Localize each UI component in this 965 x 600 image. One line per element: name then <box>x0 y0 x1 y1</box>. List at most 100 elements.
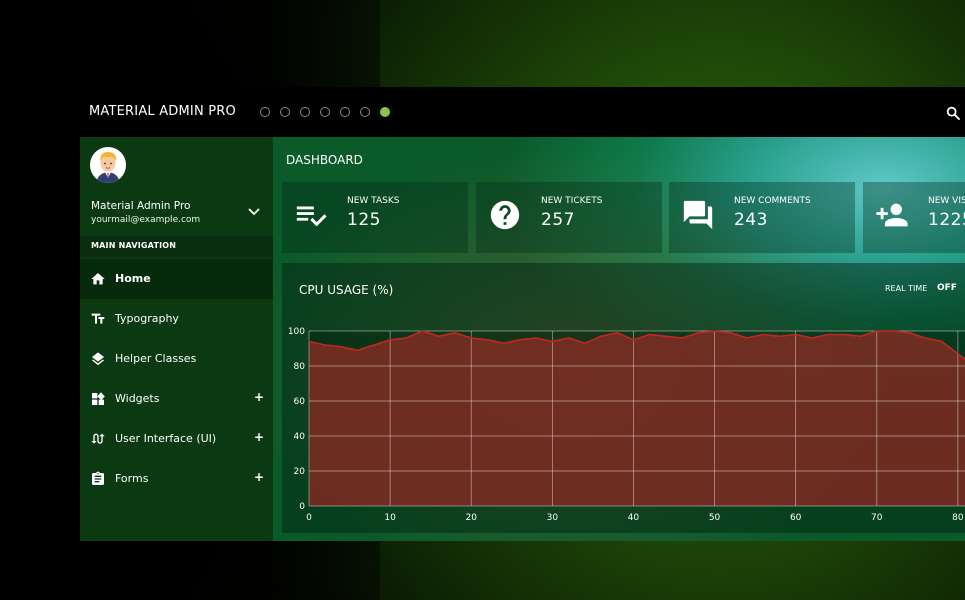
sidebar-item-label: Helper Classes <box>115 352 197 365</box>
stat-card-new-visitors[interactable]: NEW VISITORS 1225 <box>863 182 965 253</box>
layers-icon <box>92 352 104 366</box>
stat-card-title: NEW TASKS <box>347 196 400 206</box>
cpu-data-point <box>551 340 554 343</box>
sidebar: Material Admin Pro yourmail@example.com … <box>80 137 273 541</box>
cpu-data-point <box>665 335 667 338</box>
assignment-icon <box>92 471 104 485</box>
cpu-data-point <box>373 344 375 346</box>
sidebar-item-label: Home <box>115 272 151 285</box>
theme-dot-3[interactable] <box>300 107 310 117</box>
x-tick-label: 50 <box>709 513 721 523</box>
help-icon <box>490 200 520 230</box>
stat-card-new-tickets[interactable]: NEW TICKETS 257 <box>476 182 662 253</box>
cpu-data-point <box>470 337 472 339</box>
cpu-data-point <box>859 335 862 338</box>
x-tick-label: 60 <box>790 513 802 523</box>
stat-card-value: 1225 <box>928 210 965 230</box>
cpu-data-point <box>584 342 586 345</box>
playlist-check-icon <box>296 206 327 227</box>
cpu-usage-panel: CPU USAGE (%) REAL TIME OFF 0 10 20 30 40 50 6… <box>282 263 965 533</box>
theme-dot-2[interactable] <box>280 107 290 117</box>
forum-icon <box>683 200 713 230</box>
cpu-usage-chart: 0102030405060708090020406080100 <box>288 327 965 523</box>
stat-card-value: 257 <box>541 210 575 230</box>
chevron-down-icon[interactable] <box>247 207 261 217</box>
cpu-data-point <box>486 339 489 341</box>
cpu-data-point <box>632 339 635 341</box>
cpu-data-point <box>827 333 829 336</box>
sidebar-item-typography[interactable]: Typography <box>80 299 273 339</box>
theme-dot-7[interactable] <box>380 107 390 117</box>
y-tick-label: 40 <box>294 432 306 442</box>
cpu-data-point <box>892 330 894 332</box>
user-name: Material Admin Pro <box>91 200 191 212</box>
person-add-icon <box>876 203 908 227</box>
page-title: DASHBOARD <box>286 153 363 167</box>
cpu-data-point <box>762 333 764 336</box>
cpu-data-point <box>713 330 716 332</box>
avatar[interactable] <box>90 147 126 183</box>
realtime-toggle[interactable]: OFF <box>937 283 957 293</box>
x-tick-label: 30 <box>547 513 559 523</box>
theme-dot-4[interactable] <box>320 107 330 117</box>
x-tick-label: 40 <box>628 513 640 523</box>
cpu-data-point <box>681 337 683 339</box>
cpu-data-point <box>778 335 781 338</box>
cpu-data-point <box>454 332 456 334</box>
theme-dot-5[interactable] <box>340 107 350 117</box>
sidebar-item-forms[interactable]: Forms + <box>80 459 273 499</box>
y-tick-label: 20 <box>294 467 306 477</box>
cpu-data-point <box>746 337 748 339</box>
y-tick-label: 80 <box>294 362 306 372</box>
cpu-data-point <box>308 340 310 343</box>
cpu-data-point <box>940 340 943 343</box>
theme-dot-6[interactable] <box>360 107 370 117</box>
sidebar-item-home[interactable]: Home <box>80 259 273 299</box>
cpu-data-point <box>616 332 618 334</box>
expand-icon[interactable]: + <box>254 470 264 484</box>
stat-card-new-tasks[interactable]: NEW TASKS 125 <box>282 182 468 253</box>
x-tick-label: 70 <box>871 513 883 523</box>
sidebar-item-label: Widgets <box>115 392 160 405</box>
cpu-usage-title: CPU USAGE (%) <box>299 283 394 297</box>
x-tick-label: 80 <box>952 513 964 523</box>
cpu-data-point <box>502 342 505 345</box>
y-tick-label: 60 <box>294 397 306 407</box>
cpu-data-point <box>697 332 700 334</box>
cpu-data-point <box>811 337 813 339</box>
x-tick-label: 0 <box>306 513 312 523</box>
cpu-data-point <box>924 337 927 339</box>
nav-heading: MAIN NAVIGATION <box>80 236 273 257</box>
cpu-data-point <box>908 332 910 334</box>
cpu-data-point <box>535 337 537 339</box>
sidebar-item-label: Typography <box>115 312 179 325</box>
swap-calls-icon <box>91 433 105 444</box>
cpu-data-point <box>567 337 570 339</box>
text-fields-icon <box>91 313 105 324</box>
cpu-data-point <box>730 332 732 334</box>
main-content: DASHBOARD NEW TASKS 125 NEW TICKETS 257 NEW … <box>273 137 965 541</box>
expand-icon[interactable]: + <box>254 430 264 444</box>
sidebar-item-label: Forms <box>115 472 149 485</box>
theme-dot-1[interactable] <box>260 107 270 117</box>
expand-icon[interactable]: + <box>254 390 264 404</box>
cpu-data-point <box>843 333 846 336</box>
x-tick-label: 10 <box>384 513 396 523</box>
cpu-data-point <box>405 337 408 339</box>
brand-title[interactable]: MATERIAL ADMIN PRO <box>89 104 236 119</box>
cpu-data-point <box>519 339 521 341</box>
search-icon[interactable] <box>945 105 961 121</box>
sidebar-item-widgets[interactable]: Widgets + <box>80 379 273 419</box>
app-window: MATERIAL ADMIN PRO Material Admin Pro yo… <box>80 87 965 541</box>
stat-card-new-comments[interactable]: NEW COMMENTS 243 <box>669 182 855 253</box>
nav-heading-label: MAIN NAVIGATION <box>91 241 177 250</box>
stat-card-value: 243 <box>734 210 768 230</box>
cpu-data-point <box>421 330 424 332</box>
sidebar-item-helper-classes[interactable]: Helper Classes <box>80 339 273 379</box>
sidebar-item-user-interface-ui[interactable]: User Interface (UI) + <box>80 419 273 459</box>
sidebar-item-label: User Interface (UI) <box>115 432 217 445</box>
cpu-data-point <box>438 335 440 338</box>
stat-card-title: NEW VISITORS <box>928 196 965 206</box>
y-tick-label: 0 <box>299 502 305 512</box>
cpu-data-point <box>389 339 391 341</box>
